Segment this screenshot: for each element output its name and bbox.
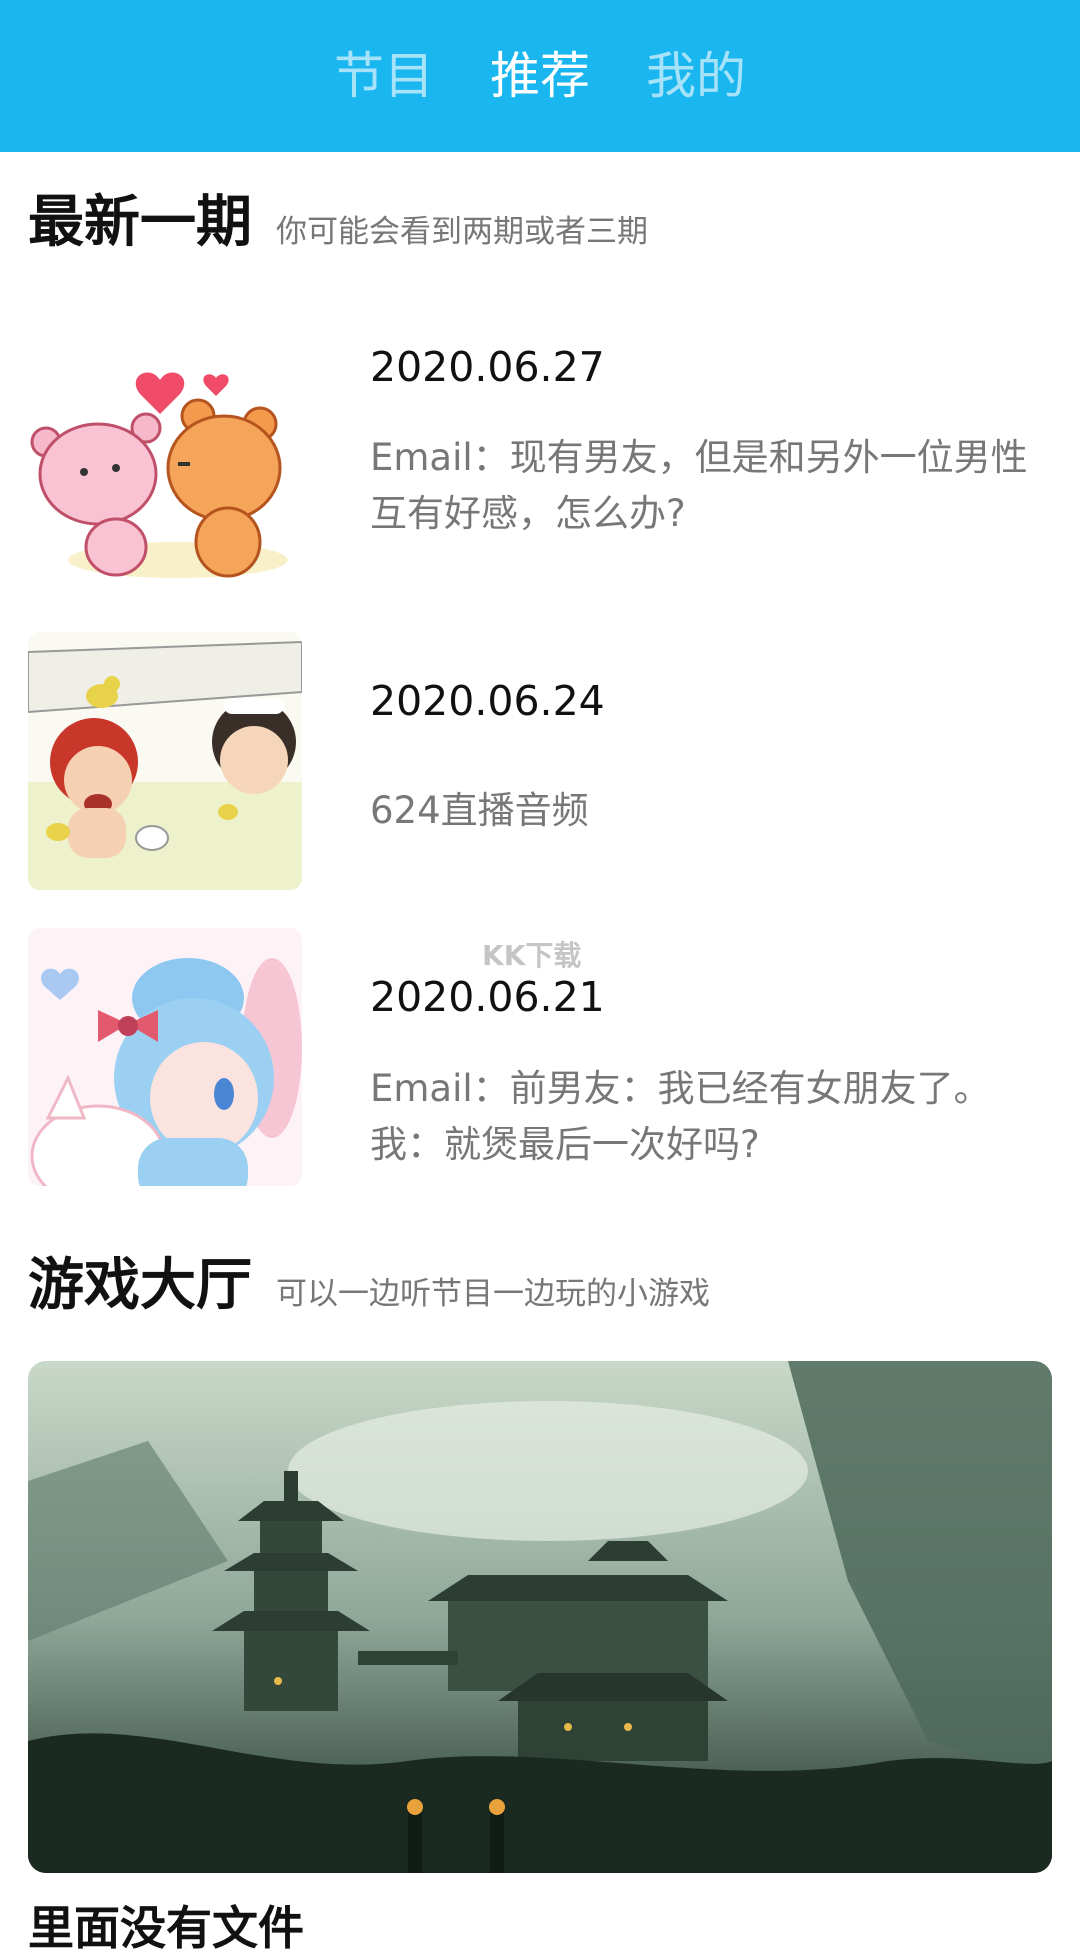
latest-section-title: 最新一期: [28, 190, 252, 255]
game-banner[interactable]: [28, 1361, 1052, 1873]
episode-description: 624直播音频: [370, 789, 589, 832]
bears-couple-image: [28, 332, 302, 590]
misty-temple-landscape-image: [28, 1361, 1052, 1873]
tab-recommend[interactable]: 推荐: [490, 40, 590, 112]
episode-thumbnail[interactable]: [28, 332, 302, 590]
episode-description: Email：前男友：我已经有女朋友了。我：就煲最后一次好吗?: [370, 1067, 991, 1166]
episode-thumbnail[interactable]: [28, 928, 302, 1186]
top-tab-bar: 节目 推荐 我的: [0, 0, 1080, 152]
tab-programs[interactable]: 节目: [334, 40, 434, 112]
episode-date: 2020.06.27: [370, 343, 605, 391]
watermark: KK下载: [482, 939, 582, 972]
episode-thumbnail[interactable]: [28, 632, 302, 890]
next-section-title: 里面没有文件: [28, 1901, 304, 1955]
episode-description: Email：现有男友，但是和另外一位男性互有好感，怎么办?: [370, 436, 1028, 535]
games-section-title: 游戏大厅: [28, 1253, 252, 1318]
bath-boys-image: [28, 632, 302, 890]
episode-date: 2020.06.21: [370, 973, 605, 1021]
games-section-subtitle: 可以一边听节目一边玩的小游戏: [276, 1276, 710, 1312]
tab-mine[interactable]: 我的: [646, 40, 746, 112]
episode-date: 2020.06.24: [370, 677, 605, 725]
latest-section-subtitle: 你可能会看到两期或者三期: [276, 214, 648, 250]
blue-hair-girl-image: [28, 928, 302, 1186]
